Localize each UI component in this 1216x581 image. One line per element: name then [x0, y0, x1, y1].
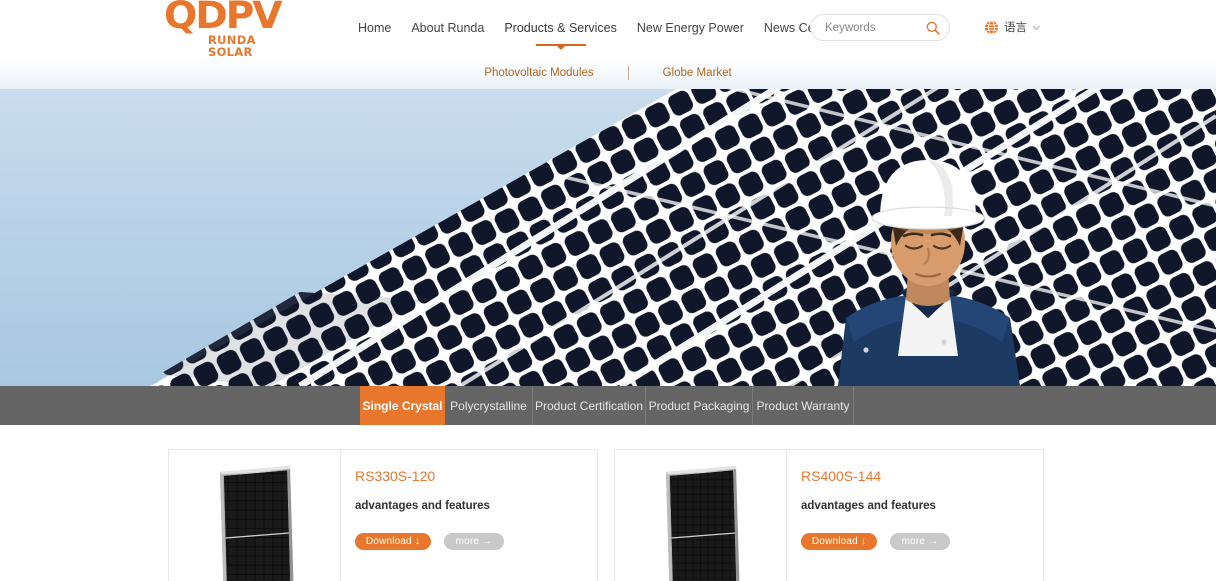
product-list: RS330S-120 advantages and features Downl…	[0, 425, 1216, 581]
tab-single-crystal[interactable]: Single Crystal	[360, 386, 445, 425]
subnav-item-photovoltaic-modules[interactable]: Photovoltaic Modules	[450, 67, 627, 79]
nav-item-about-runda[interactable]: About Runda	[401, 0, 494, 56]
more-button[interactable]: more →	[890, 533, 950, 550]
product-feature: advantages and features	[801, 500, 936, 512]
search-box[interactable]	[810, 14, 950, 41]
site-header: QDPV RUNDA SOLAR Home About Runda Produc…	[0, 0, 1216, 58]
solar-panel-image	[219, 466, 293, 581]
product-card[interactable]: RS330S-120 advantages and features Downl…	[168, 449, 598, 581]
logo-subtitle: RUNDA SOLAR	[208, 32, 256, 59]
tab-label: Single Crystal	[362, 398, 443, 413]
search-input[interactable]	[825, 21, 925, 34]
product-title: RS330S-120	[355, 468, 436, 484]
tab-label: Product Certification	[534, 398, 644, 413]
hero-banner: Photovoltaic Modules Globe Market	[0, 56, 1216, 386]
tab-product-packaging[interactable]: Product Packaging	[646, 386, 753, 425]
product-title: RS400S-144	[801, 468, 882, 484]
tab-label: Product Warranty	[756, 398, 850, 413]
nav-item-new-energy-power[interactable]: New Energy Power	[627, 0, 754, 56]
nav-item-products-services[interactable]: Products & Services	[494, 0, 627, 56]
nav-label: About Runda	[411, 21, 485, 35]
subnav-label: Photovoltaic Modules	[484, 66, 594, 79]
more-button[interactable]: more →	[444, 533, 504, 550]
chevron-down-icon[interactable]	[1032, 23, 1041, 32]
tab-label: Product Packaging	[648, 398, 750, 413]
language-label: 语言	[1004, 20, 1027, 34]
product-info: RS400S-144 advantages and features Downl…	[787, 450, 1043, 581]
nav-label: Home	[358, 21, 392, 35]
nav-label: New Energy Power	[636, 21, 744, 35]
product-feature: advantages and features	[355, 500, 490, 512]
logo-mark: QDPV	[164, 0, 283, 37]
language-selector[interactable]: 语言	[984, 19, 1041, 35]
nav-item-home[interactable]: Home	[348, 0, 401, 56]
subnav-label: Globe Market	[662, 66, 732, 79]
product-image-cell	[615, 450, 787, 581]
product-actions: Download ↓ more →	[355, 533, 597, 550]
download-button[interactable]: Download ↓	[355, 533, 431, 550]
sub-navigation: Photovoltaic Modules Globe Market	[0, 56, 1216, 89]
tab-polycrystalline[interactable]: Polycrystalline	[445, 386, 533, 425]
active-nav-indicator	[535, 44, 586, 46]
globe-icon	[985, 20, 998, 34]
tab-label: Polycrystalline	[450, 398, 527, 413]
logo[interactable]: QDPV RUNDA SOLAR	[164, 0, 298, 58]
product-info: RS330S-120 advantages and features Downl…	[341, 450, 597, 581]
product-card[interactable]: RS400S-144 advantages and features Downl…	[614, 449, 1044, 581]
product-image-cell	[169, 450, 341, 581]
hero-image	[0, 56, 1216, 386]
tab-product-warranty[interactable]: Product Warranty	[753, 386, 854, 425]
product-actions: Download ↓ more →	[801, 533, 1043, 550]
download-button[interactable]: Download ↓	[801, 533, 877, 550]
category-tab-bar: Single Crystal Polycrystalline Product C…	[0, 386, 1216, 425]
search-icon[interactable]	[925, 20, 941, 36]
solar-panel-image	[665, 466, 739, 581]
nav-label: Products & Services	[504, 21, 617, 35]
subnav-item-globe-market[interactable]: Globe Market	[629, 67, 766, 79]
product-cards-row: RS330S-120 advantages and features Downl…	[0, 449, 1216, 581]
tab-product-certification[interactable]: Product Certification	[533, 386, 646, 425]
